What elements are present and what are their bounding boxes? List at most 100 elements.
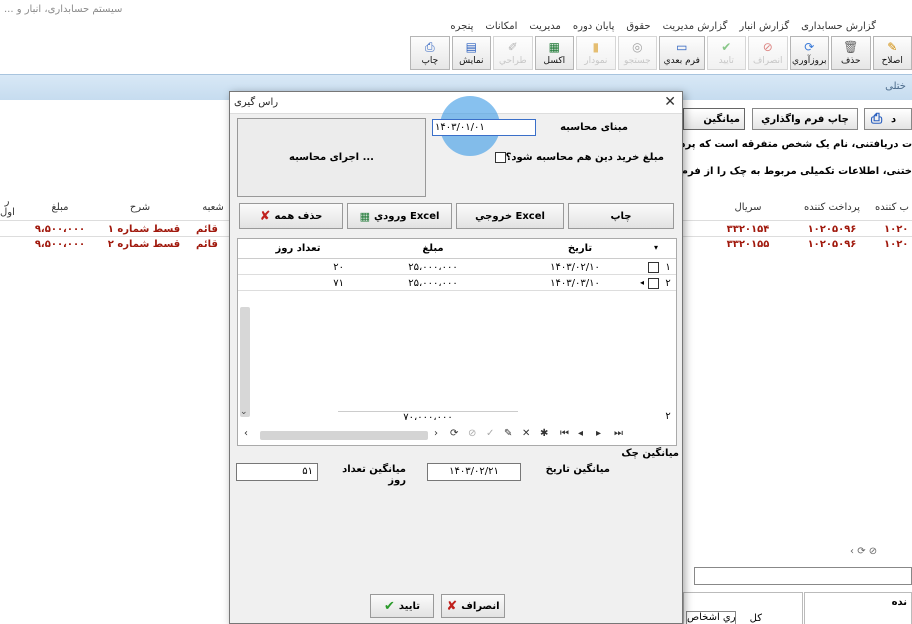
excel-export-label: خروجي Excel xyxy=(475,210,545,222)
cancel-label: انصراف xyxy=(461,600,500,612)
ok-button[interactable]: ✔ تایید xyxy=(370,594,434,618)
row1-branch: قائم xyxy=(196,224,218,235)
toolbar: ✎ اصلاح 🗑 حذف ⟳ بروزآوري ⊘ انصراف ✔ تایی… xyxy=(410,36,912,72)
average-days-field[interactable]: ۵۱ xyxy=(236,463,318,481)
post-edit-icon[interactable]: ✓ xyxy=(486,428,494,439)
cancel-small-icon[interactable]: ⊘ xyxy=(869,546,877,557)
edit-icon[interactable]: ✎ xyxy=(504,428,512,439)
average-date-field[interactable]: ۱۴۰۳/۰۲/۲۱ xyxy=(427,463,521,481)
calculation-basis-label: مبنای محاسبه xyxy=(560,122,628,133)
search-button[interactable]: ◎ جستجو xyxy=(617,36,658,70)
col-header-amount: مبلغ xyxy=(422,243,444,254)
row1-checkbox[interactable] xyxy=(648,262,659,273)
row1-number: ۱ xyxy=(665,262,671,273)
cancel-edit-icon[interactable]: ⊘ xyxy=(468,428,476,439)
refresh-icon[interactable]: ⟳ xyxy=(450,428,458,439)
pencil-icon: ✎ xyxy=(887,40,898,54)
nav-left-icon[interactable]: ‹ xyxy=(850,546,854,557)
brush-icon: ✐ xyxy=(507,40,518,54)
dialog-print-button[interactable]: چاپ xyxy=(568,203,674,229)
menu-item-management-report[interactable]: گزارش مدیریت xyxy=(657,20,734,36)
installments-grid: تاریخ مبلغ تعداد روز ▾ ۲۰ ۲۵،۰۰۰،۰۰۰ ۱۴۰… xyxy=(237,238,677,446)
cancel-button[interactable]: ✘ انصراف xyxy=(441,594,505,618)
insert-icon[interactable]: ✱ xyxy=(540,428,548,439)
next-record-icon[interactable]: ▸ xyxy=(596,428,601,439)
chevron-down-icon[interactable]: ⌄ xyxy=(240,407,248,417)
menubar: گزارش حسابداری گزارش انبار گزارش مدیریت … xyxy=(440,20,912,36)
refresh-small-icon[interactable]: ⟳ xyxy=(857,546,865,557)
grid-horizontal-scrollbar[interactable] xyxy=(260,431,428,440)
grid-vertical-scrollbar[interactable] xyxy=(240,307,250,417)
trash-icon: 🗑 xyxy=(843,40,859,54)
delete-all-label: حذف همه xyxy=(274,210,323,222)
check-icon: ✔ xyxy=(721,40,732,54)
row1-date: ۱۴۰۳/۰۲/۱۰ xyxy=(550,262,600,273)
excel-export-button[interactable]: خروجي Excel xyxy=(456,203,564,229)
row2-branch: قائم xyxy=(196,239,218,250)
next-form-button[interactable]: ▭ فرم بعدي xyxy=(659,36,705,70)
prev-record-icon[interactable]: ◂ xyxy=(578,428,583,439)
close-icon[interactable]: ✕ xyxy=(664,94,676,110)
printer-icon: ⎙ xyxy=(871,111,883,127)
average-check-label: میانگین چک xyxy=(621,448,679,459)
scroll-left-icon[interactable]: ‹ xyxy=(244,428,248,439)
excel-icon: ▦ xyxy=(548,40,560,54)
delete-all-button[interactable]: ✘ حذف همه xyxy=(239,203,343,229)
first-record-icon[interactable]: ⏮ xyxy=(560,428,569,439)
edit-button[interactable]: ✎ اصلاح xyxy=(872,36,912,70)
excel-import-button[interactable]: ▦ ورودي Excel xyxy=(347,203,452,229)
info-line-1: ت دریافتنی، نام یک شخص متفرقه است که پرد… xyxy=(683,139,912,150)
row-pointer-icon: ◂ xyxy=(639,278,644,287)
print-bg-button[interactable]: د ⎙ xyxy=(864,108,912,130)
row1-amount: ۹،۵۰۰،۰۰۰ xyxy=(34,224,86,235)
chart-button[interactable]: ▮ نمودار xyxy=(576,36,616,70)
menu-item-payroll[interactable]: حقوق xyxy=(620,20,656,36)
grid-sum-amount: ۷۰،۰۰۰،۰۰۰ xyxy=(338,411,518,423)
include-purchase-label: مبلغ خرید دین هم محاسبه شود؟ xyxy=(505,151,664,163)
run-calculation-button[interactable]: اجرای محاسبه ... xyxy=(237,118,426,197)
ok-label: تایید xyxy=(398,600,421,612)
delete-button[interactable]: 🗑 حذف xyxy=(831,36,871,70)
average-button[interactable]: میانگین xyxy=(683,108,745,130)
include-purchase-checkbox[interactable] xyxy=(494,151,506,163)
grid-row[interactable]: ۷۱ ۲۵،۰۰۰،۰۰۰ ۱۴۰۳/۰۳/۱۰ ◂ ۲ xyxy=(238,277,676,291)
refresh-button[interactable]: ⟳ بروزآوري xyxy=(789,36,829,70)
menu-item-window[interactable]: پنجره xyxy=(444,20,479,36)
chevron-down-icon[interactable]: ▾ xyxy=(650,243,662,252)
grid-navigator: ‹ › ⟳ ⊘ ✓ ✎ ✕ ✱ ⏮ ◂ ▸ ⏭ xyxy=(238,427,676,445)
delete-x-icon: ✘ xyxy=(259,208,271,224)
row2-checkbox[interactable] xyxy=(648,278,659,289)
rounding-dialog: راس گیری ✕ اجرای محاسبه ... مبنای محاسبه… xyxy=(229,91,683,624)
calculation-basis-input[interactable]: ۱۴۰۳/۰۱/۰۱ xyxy=(432,119,536,136)
row1-serial: ۳۳۲۰۱۵۴ xyxy=(726,224,770,235)
dialog-title: راس گیری xyxy=(234,97,279,108)
confirm-toolbar-button[interactable]: ✔ تایید xyxy=(706,36,746,70)
cancel-toolbar-button[interactable]: ⊘ انصراف xyxy=(748,36,788,70)
preview-icon: ▤ xyxy=(465,40,477,54)
print-assignment-form-button[interactable]: چاپ فرم واگذاري xyxy=(752,108,858,130)
menu-item-inventory-report[interactable]: گزارش انبار xyxy=(733,20,795,36)
menu-item-accounting-report[interactable]: گزارش حسابداری xyxy=(795,20,912,36)
delete-icon[interactable]: ✕ xyxy=(522,428,530,439)
row1-payer: ۱۰۲۰۵۰۹۶ xyxy=(807,224,857,235)
scroll-right-icon[interactable]: › xyxy=(434,428,438,439)
average-days-label: میانگین تعداد روز xyxy=(342,464,406,486)
cancel-x-icon: ✘ xyxy=(446,598,458,614)
last-record-icon[interactable]: ⏭ xyxy=(614,428,623,439)
grid-header: تاریخ مبلغ تعداد روز ▾ xyxy=(238,239,676,259)
background-input[interactable] xyxy=(694,567,912,585)
include-purchase-checkbox-row[interactable]: مبلغ خرید دین هم محاسبه شود؟ xyxy=(488,150,664,164)
print-button[interactable]: ⎙ چاپ xyxy=(410,36,450,70)
row2-amount: ۹،۵۰۰،۰۰۰ xyxy=(34,239,86,250)
monitor-icon: ▭ xyxy=(676,40,688,54)
menu-item-management[interactable]: مدیریت xyxy=(523,20,567,36)
menu-item-period-end[interactable]: پایان دوره xyxy=(567,20,621,36)
menu-item-tools[interactable]: امکانات xyxy=(479,20,523,36)
printer-icon: ⎙ xyxy=(425,40,435,54)
excel-button[interactable]: ▦ اكسل xyxy=(534,36,575,70)
bottom-combo[interactable]: جاري اشخاص xyxy=(686,611,736,624)
preview-button[interactable]: ▤ نمایش xyxy=(451,36,492,70)
design-button[interactable]: ✐ طراحي xyxy=(493,36,533,70)
form-header-text: ختلی xyxy=(885,81,906,92)
grid-row[interactable]: ۲۰ ۲۵،۰۰۰،۰۰۰ ۱۴۰۳/۰۲/۱۰ ۱ xyxy=(238,261,676,275)
